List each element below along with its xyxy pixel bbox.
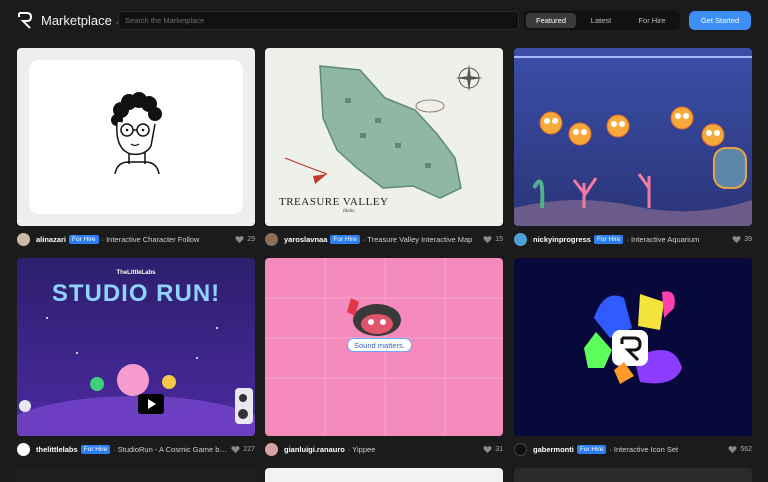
like-button[interactable]: 31 — [479, 445, 503, 454]
like-button[interactable]: 562 — [724, 445, 752, 454]
heart-icon — [483, 235, 492, 243]
card-title[interactable]: · Interactive Aquarium — [626, 235, 728, 244]
like-count: 15 — [495, 235, 503, 243]
avatar[interactable] — [265, 232, 278, 246]
like-count: 29 — [247, 235, 255, 243]
rive-logo-icon[interactable] — [17, 11, 33, 29]
tab-featured[interactable]: Featured — [526, 13, 576, 28]
for-hire-badge: For Hire — [80, 444, 111, 454]
for-hire-badge: For Hire — [330, 234, 360, 244]
card-treasure-valley[interactable]: TREASURE VALLEY Idaho yaroslavnaa For Hi… — [265, 48, 503, 250]
heart-icon — [483, 445, 492, 453]
like-count: 39 — [744, 235, 752, 243]
card-title[interactable]: · Interactive Character Follow — [102, 235, 232, 244]
like-count: 562 — [740, 445, 752, 453]
heart-icon — [732, 235, 741, 243]
card-thumbnail[interactable] — [514, 258, 752, 436]
card-thumbnail[interactable] — [514, 48, 752, 226]
card-meta: gianluigi.ranauro · Yippee 31 — [265, 438, 503, 460]
like-count: 227 — [243, 445, 255, 453]
card-studiorun[interactable]: TheLittleLabs STUDIO RUN! thelittlelabs … — [17, 258, 255, 460]
get-started-button[interactable]: Get Started — [689, 11, 751, 30]
for-hire-badge: For Hire — [69, 234, 99, 244]
card-thumbnail[interactable]: Sound matters. — [265, 258, 503, 436]
author-name[interactable]: thelittlelabs — [36, 445, 78, 454]
card-icon-set[interactable]: gabermonti For Hire · Interactive Icon S… — [514, 258, 752, 460]
avatar[interactable] — [514, 232, 527, 246]
like-button[interactable]: 15 — [479, 235, 503, 244]
search-bar[interactable] — [118, 11, 519, 30]
like-button[interactable]: 39 — [728, 235, 752, 244]
card-meta: thelittlelabs For Hire · StudioRun - A C… — [17, 438, 255, 460]
search-input[interactable] — [125, 16, 518, 25]
card-character-follow[interactable]: alinazari For Hire · Interactive Charact… — [17, 48, 255, 250]
like-button[interactable]: 29 — [231, 235, 255, 244]
card-title[interactable]: · StudioRun - A Cosmic Game by ... — [113, 445, 227, 454]
like-button[interactable]: 227 — [227, 445, 255, 454]
author-name[interactable]: nickyinprogress — [533, 235, 591, 244]
card-title[interactable]: · Interactive Icon Set — [609, 445, 724, 454]
tab-for-hire[interactable]: For Hire — [626, 13, 678, 28]
card-title[interactable]: · Treasure Valley Interactive Map — [363, 235, 479, 244]
author-name[interactable]: yaroslavnaa — [284, 235, 327, 244]
filter-tabs: Featured Latest For Hire — [524, 11, 680, 30]
avatar[interactable] — [514, 442, 527, 456]
character-illustration — [111, 92, 162, 174]
avatar[interactable] — [17, 442, 30, 456]
sound-bubble: Sound matters. — [347, 338, 412, 352]
tab-latest[interactable]: Latest — [576, 13, 626, 28]
aquarium-illustration — [514, 56, 752, 226]
heart-icon — [728, 445, 737, 453]
like-count: 31 — [495, 445, 503, 453]
card-aquarium[interactable]: nickyinprogress For Hire · Interactive A… — [514, 48, 752, 250]
card-meta: nickyinprogress For Hire · Interactive A… — [514, 228, 752, 250]
card-meta: gabermonti For Hire · Interactive Icon S… — [514, 438, 752, 460]
author-name[interactable]: gabermonti — [533, 445, 574, 454]
for-hire-badge: For Hire — [593, 234, 624, 244]
card-title[interactable]: · Yippee — [348, 445, 479, 454]
heart-icon — [235, 235, 244, 243]
card-meta: yaroslavnaa For Hire · Treasure Valley I… — [265, 228, 503, 250]
card-thumbnail[interactable]: TheLittleLabs STUDIO RUN! — [17, 258, 255, 436]
card-yippee[interactable]: Sound matters. gianluigi.ranauro · Yippe… — [265, 258, 503, 460]
play-button[interactable] — [138, 394, 164, 414]
map-subtitle: Idaho — [343, 209, 355, 214]
map-title: TREASURE VALLEY — [279, 196, 389, 208]
heart-icon — [231, 445, 240, 453]
avatar[interactable] — [17, 232, 30, 246]
avatar[interactable] — [265, 442, 278, 456]
play-icon — [148, 399, 156, 409]
game-illustration — [17, 317, 255, 436]
card-thumbnail[interactable]: TREASURE VALLEY Idaho — [265, 48, 503, 226]
icon-set-illustration — [584, 291, 682, 384]
card-thumbnail[interactable] — [17, 48, 255, 226]
author-name[interactable]: alinazari — [36, 235, 66, 244]
brand-menu[interactable]: Marketplace ⌄ — [41, 13, 122, 28]
brand-name: Marketplace — [41, 12, 112, 28]
card-meta: alinazari For Hire · Interactive Charact… — [17, 228, 255, 250]
for-hire-badge: For Hire — [576, 444, 607, 454]
author-name[interactable]: gianluigi.ranauro — [284, 445, 345, 454]
